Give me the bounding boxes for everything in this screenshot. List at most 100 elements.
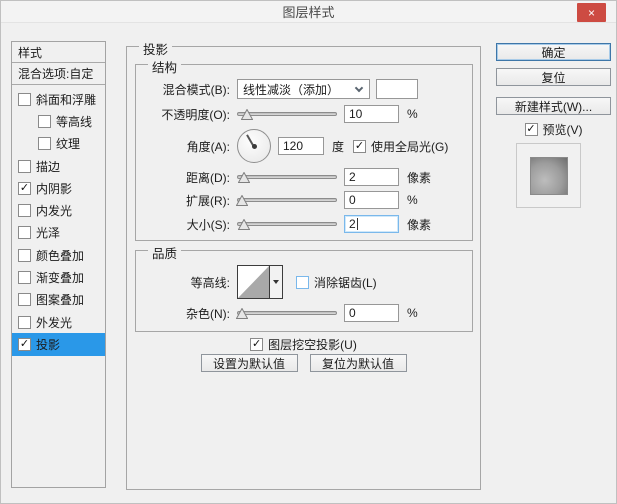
antialias-checkbox[interactable]	[296, 275, 309, 289]
sidebar-item-label: 颜色叠加	[36, 248, 85, 263]
sidebar-item-label: 外发光	[36, 315, 73, 330]
sidebar-item-label: 图案叠加	[36, 293, 85, 308]
knockout-label: 图层挖空投影(U)	[268, 338, 357, 352]
titlebar: 图层样式 ×	[1, 1, 616, 23]
noise-value: 0	[349, 306, 356, 320]
ok-button[interactable]: 确定	[496, 43, 611, 61]
slider-track[interactable]	[237, 221, 337, 226]
sidebar-item[interactable]: 外发光	[12, 311, 105, 333]
set-default-button[interactable]: 设置为默认值	[200, 354, 298, 372]
spread-row: 扩展(R): 0 %	[136, 190, 472, 210]
sidebar-item-label: 纹理	[56, 137, 81, 152]
sidebar-item[interactable]: 等高线	[12, 110, 105, 132]
angle-input[interactable]: 120	[278, 137, 324, 155]
defaults-row: 设置为默认值 复位为默认值	[127, 354, 480, 372]
style-checkbox[interactable]: ✓	[18, 337, 31, 351]
close-icon: ×	[587, 5, 595, 20]
angle-value: 120	[283, 139, 304, 153]
opacity-slider[interactable]	[237, 107, 337, 122]
opacity-label: 不透明度(O):	[161, 107, 230, 122]
sidebar-item-label: 描边	[36, 159, 61, 174]
size-value: 2	[349, 217, 356, 231]
style-checkbox[interactable]	[38, 137, 51, 151]
sidebar-item[interactable]: 颜色叠加	[12, 244, 105, 266]
angle-row: 角度(A): 120 度 ✓ 使用全局光(G)	[136, 128, 472, 164]
slider-thumb[interactable]	[241, 108, 253, 120]
blend-mode-select[interactable]: 线性减淡（添加）	[237, 79, 370, 99]
style-checkbox[interactable]	[18, 226, 31, 240]
size-row: 大小(S): 2 像素	[136, 213, 472, 235]
opacity-input[interactable]: 10	[344, 105, 399, 123]
sidebar-item[interactable]: 图案叠加	[12, 289, 105, 311]
blend-mode-row: 混合模式(B): 线性减淡（添加）	[136, 78, 472, 100]
spread-unit: %	[407, 193, 418, 207]
angle-dial[interactable]	[237, 129, 271, 163]
knockout-row: ✓ 图层挖空投影(U)	[127, 336, 480, 353]
style-checkbox[interactable]	[18, 248, 31, 262]
distance-label: 距离(D):	[186, 170, 230, 185]
contour-picker[interactable]	[237, 265, 283, 299]
new-style-button[interactable]: 新建样式(W)...	[496, 97, 611, 115]
style-checkbox[interactable]	[18, 293, 31, 307]
sidebar-item-label: 内阴影	[36, 181, 73, 196]
ok-label: 确定	[541, 45, 566, 60]
style-checkbox[interactable]	[18, 159, 31, 173]
blend-mode-label: 混合模式(B):	[162, 82, 230, 97]
distance-input[interactable]: 2	[344, 168, 399, 186]
style-checkbox[interactable]	[38, 114, 51, 128]
slider-track[interactable]	[237, 197, 337, 202]
reset-default-button[interactable]: 复位为默认值	[309, 354, 407, 372]
style-checkbox[interactable]: ✓	[18, 181, 31, 195]
noise-slider[interactable]	[236, 306, 337, 321]
slider-thumb[interactable]	[236, 307, 248, 319]
sidebar-item[interactable]: 内发光	[12, 199, 105, 221]
contour-arrow-button[interactable]	[270, 266, 282, 298]
style-checkbox[interactable]	[18, 271, 31, 285]
noise-input[interactable]: 0	[344, 304, 399, 322]
size-slider[interactable]	[237, 217, 337, 232]
sidebar-item[interactable]: 描边	[12, 155, 105, 177]
sidebar-item[interactable]: 渐变叠加	[12, 266, 105, 288]
sidebar-item[interactable]: 纹理	[12, 133, 105, 155]
preview-row: ✓ 预览(V)	[496, 121, 611, 138]
slider-thumb[interactable]	[238, 171, 250, 183]
style-checkbox[interactable]	[18, 204, 31, 218]
slider-thumb[interactable]	[238, 218, 250, 230]
sidebar-item-label: 光泽	[36, 226, 61, 241]
contour-row: 等高线: 消除锯齿(L)	[136, 263, 472, 301]
knockout-checkbox[interactable]: ✓	[250, 338, 264, 351]
spread-slider[interactable]	[236, 193, 337, 208]
size-label: 大小(S):	[186, 217, 230, 232]
set-default-label: 设置为默认值	[212, 356, 285, 371]
global-light-label: 使用全局光(G)	[371, 139, 449, 154]
blending-options-item[interactable]: 混合选项:自定	[12, 63, 105, 85]
sidebar-item-label: 斜面和浮雕	[36, 92, 97, 107]
quality-group: 品质 等高线: 消除锯齿(L) 杂色(N): 0 %	[135, 243, 473, 332]
preview-checkbox[interactable]: ✓	[524, 123, 538, 136]
global-light-checkbox[interactable]: ✓	[353, 139, 367, 153]
structure-legend: 结构	[148, 57, 182, 76]
reset-button[interactable]: 复位	[496, 68, 611, 86]
sidebar-item[interactable]: 斜面和浮雕	[12, 88, 105, 110]
slider-thumb[interactable]	[236, 194, 248, 206]
shadow-color-swatch[interactable]	[376, 79, 418, 99]
distance-slider[interactable]	[237, 170, 337, 185]
sidebar-item-label: 投影	[36, 337, 61, 352]
noise-label: 杂色(N):	[186, 306, 230, 321]
style-checkbox[interactable]	[18, 92, 31, 106]
slider-track[interactable]	[237, 310, 337, 315]
spread-input[interactable]: 0	[344, 191, 399, 209]
distance-row: 距离(D): 2 像素	[136, 167, 472, 187]
close-button[interactable]: ×	[577, 3, 606, 22]
sidebar-item[interactable]: 光泽	[12, 222, 105, 244]
slider-track[interactable]	[237, 174, 337, 179]
contour-thumbnail[interactable]	[238, 266, 270, 298]
size-input[interactable]: 2	[344, 215, 399, 233]
sidebar-item[interactable]: ✓ 内阴影	[12, 177, 105, 199]
reset-label: 复位	[541, 70, 566, 85]
style-checkbox[interactable]	[18, 315, 31, 329]
sidebar-item-label: 等高线	[56, 114, 93, 129]
sidebar-item[interactable]: ✓ 投影	[12, 333, 105, 356]
noise-unit: %	[407, 306, 418, 320]
styles-header-label: 样式	[18, 45, 43, 60]
